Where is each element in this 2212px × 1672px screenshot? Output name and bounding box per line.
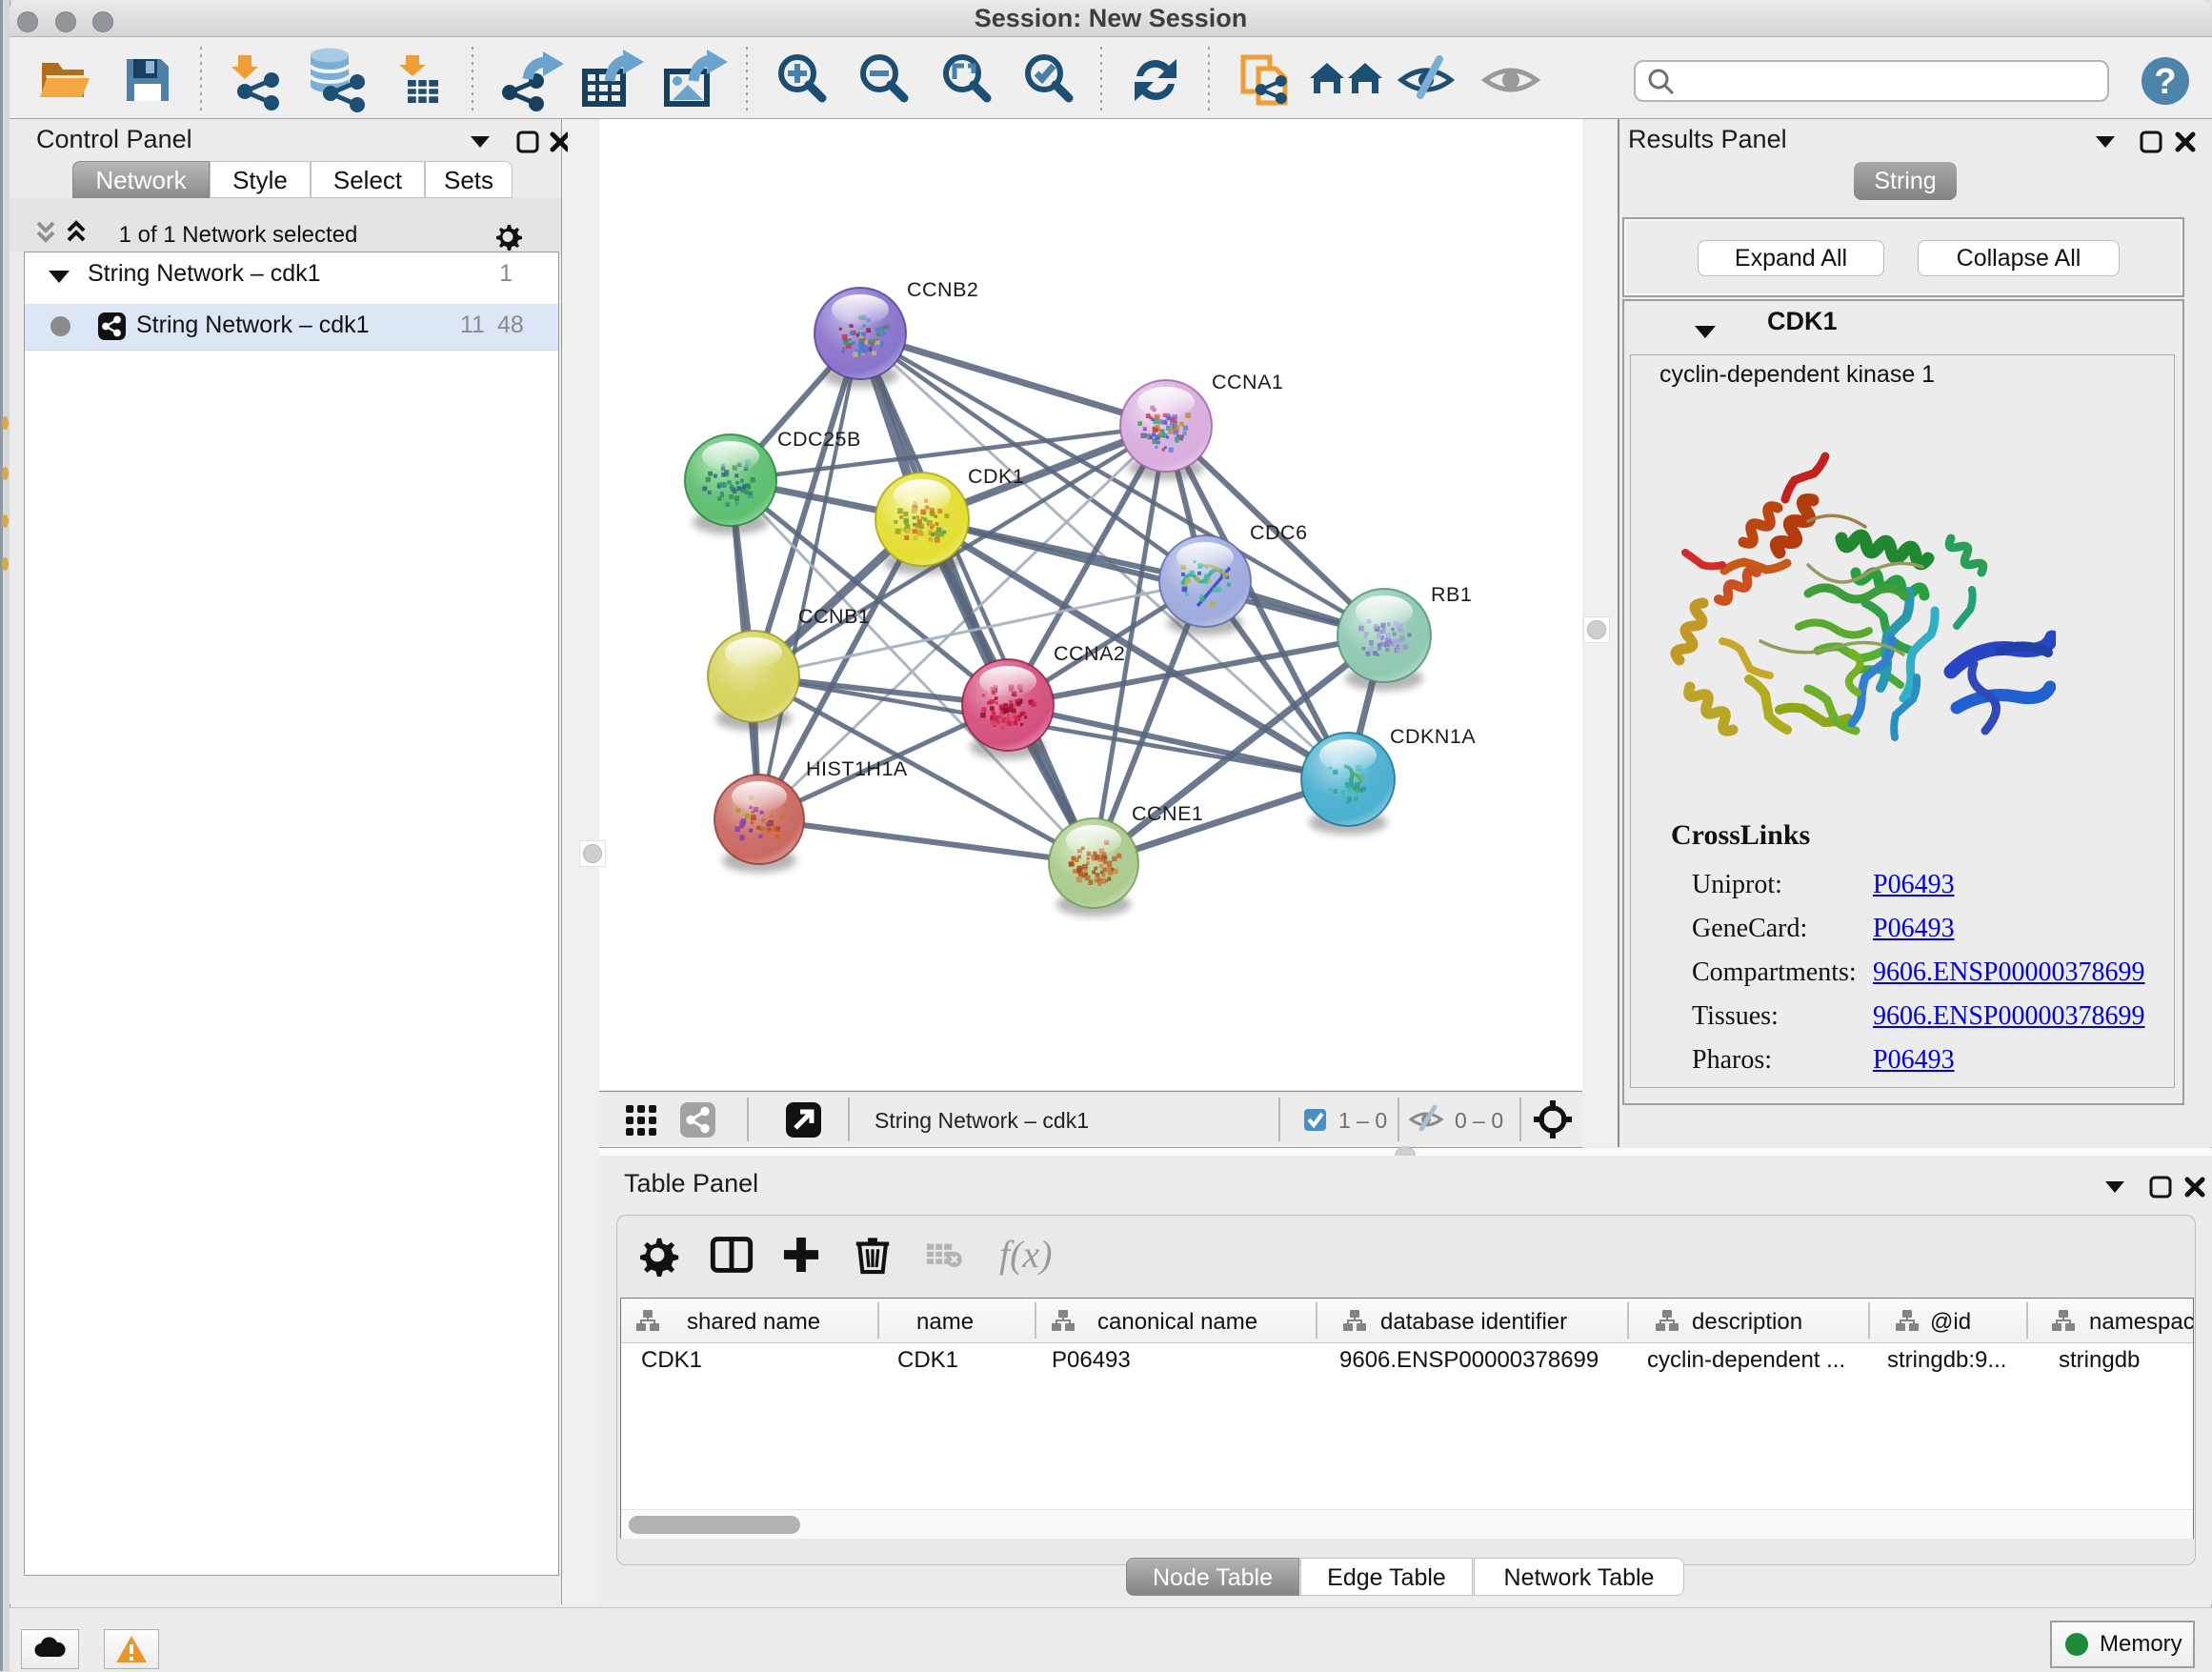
svg-text:CCNB2: CCNB2 [907,278,978,301]
svg-text:description: description [1692,1309,1802,1335]
svg-text:@id: @id [1930,1309,1971,1335]
svg-text:name: name [916,1309,974,1335]
svg-text:CDC25B: CDC25B [777,428,861,451]
svg-text:canonical name: canonical name [1097,1309,1257,1335]
svg-text:CCNB1: CCNB1 [798,605,870,628]
svg-text:1 – 0: 1 – 0 [1338,1108,1387,1133]
svg-text:CCNA1: CCNA1 [1212,371,1283,393]
svg-text:CDKN1A: CDKN1A [1390,725,1476,748]
svg-text:CCNE1: CCNE1 [1132,802,1203,825]
svg-text:CCNA2: CCNA2 [1054,642,1125,665]
svg-text:0 – 0: 0 – 0 [1455,1108,1503,1133]
svg-text:database identifier: database identifier [1380,1309,1567,1335]
svg-text:?: ? [2154,62,2176,102]
svg-text:String Network – cdk1: String Network – cdk1 [875,1108,1089,1133]
svg-text:CDC6: CDC6 [1250,521,1308,544]
svg-text:shared name: shared name [687,1309,820,1335]
svg-text:namespace: namespace [2089,1309,2193,1335]
svg-text:HIST1H1A: HIST1H1A [806,757,908,780]
svg-text:RB1: RB1 [1431,583,1472,606]
svg-text:f(x): f(x) [999,1233,1053,1276]
svg-text:CDK1: CDK1 [968,465,1024,488]
